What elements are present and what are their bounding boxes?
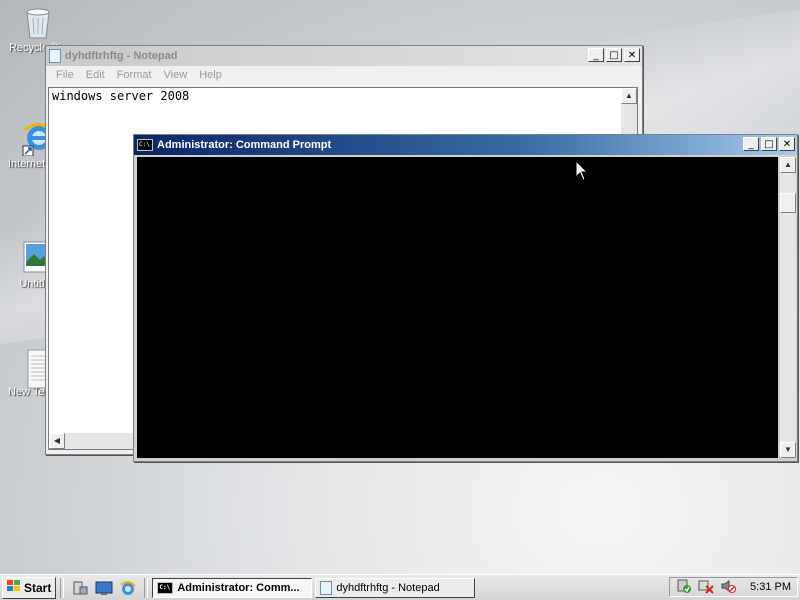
notepad-content: windows server 2008 [52,89,190,103]
notepad-titlebar[interactable]: dyhdftrhftg - Notepad _ □ ✕ [46,46,642,66]
server-manager-icon[interactable] [71,579,89,597]
close-button[interactable]: ✕ [624,48,640,62]
close-button[interactable]: ✕ [779,137,795,151]
notepad-menubar: File Edit Format View Help [46,66,642,84]
notepad-title: dyhdftrhftg - Notepad [65,50,178,62]
scroll-left-arrow-icon[interactable]: ◀ [49,433,65,449]
taskbar-separator [144,577,149,598]
menu-format[interactable]: Format [111,69,158,81]
minimize-button[interactable]: _ [743,137,759,151]
menu-edit[interactable]: Edit [80,69,111,81]
menu-file[interactable]: File [50,69,80,81]
system-tray: 5:31 PM [669,577,798,597]
scroll-up-arrow-icon[interactable]: ▲ [780,157,796,173]
security-shield-icon[interactable] [676,578,692,597]
taskbar-separator [60,577,65,598]
mouse-cursor-icon [575,159,589,185]
cmd-console-area[interactable] [137,157,778,458]
network-disconnected-icon[interactable] [698,578,714,597]
cmd-vertical-scrollbar[interactable]: ▲ ▼ [780,157,796,458]
show-desktop-icon[interactable] [95,579,113,597]
command-prompt-icon: C:\ [157,581,174,594]
maximize-button[interactable]: □ [606,48,622,62]
taskbar-button-notepad[interactable]: dyhdftrhftg - Notepad [315,577,476,598]
notepad-icon [320,580,333,595]
scroll-up-arrow-icon[interactable]: ▲ [621,88,637,104]
volume-muted-icon[interactable] [720,578,737,597]
start-button[interactable]: Start [2,576,57,599]
internet-explorer-icon[interactable] [119,579,137,597]
taskbar-button-label: dyhdftrhftg - Notepad [336,581,440,594]
maximize-button[interactable]: □ [761,137,777,151]
recycle-bin-icon [21,4,55,40]
scroll-down-arrow-icon[interactable]: ▼ [780,442,796,458]
scrollbar-thumb[interactable] [780,193,796,213]
clock[interactable]: 5:31 PM [750,581,791,593]
windows-logo-icon [7,580,21,595]
start-label: Start [24,580,52,595]
minimize-button[interactable]: _ [588,48,604,62]
menu-view[interactable]: View [158,69,194,81]
command-prompt-icon: C:\ [137,139,153,151]
menu-help[interactable]: Help [193,69,228,81]
cmd-titlebar[interactable]: C:\ Administrator: Command Prompt _ □ ✕ [134,135,797,155]
taskbar: Start C:\ Administrator: Comm... dyhdftr… [0,574,800,600]
cmd-window[interactable]: C:\ Administrator: Command Prompt _ □ ✕ … [133,134,798,462]
notepad-icon [49,49,61,63]
taskbar-button-command-prompt[interactable]: C:\ Administrator: Comm... [152,577,313,598]
taskbar-button-label: Administrator: Comm... [177,581,300,594]
cmd-title: Administrator: Command Prompt [157,139,332,151]
